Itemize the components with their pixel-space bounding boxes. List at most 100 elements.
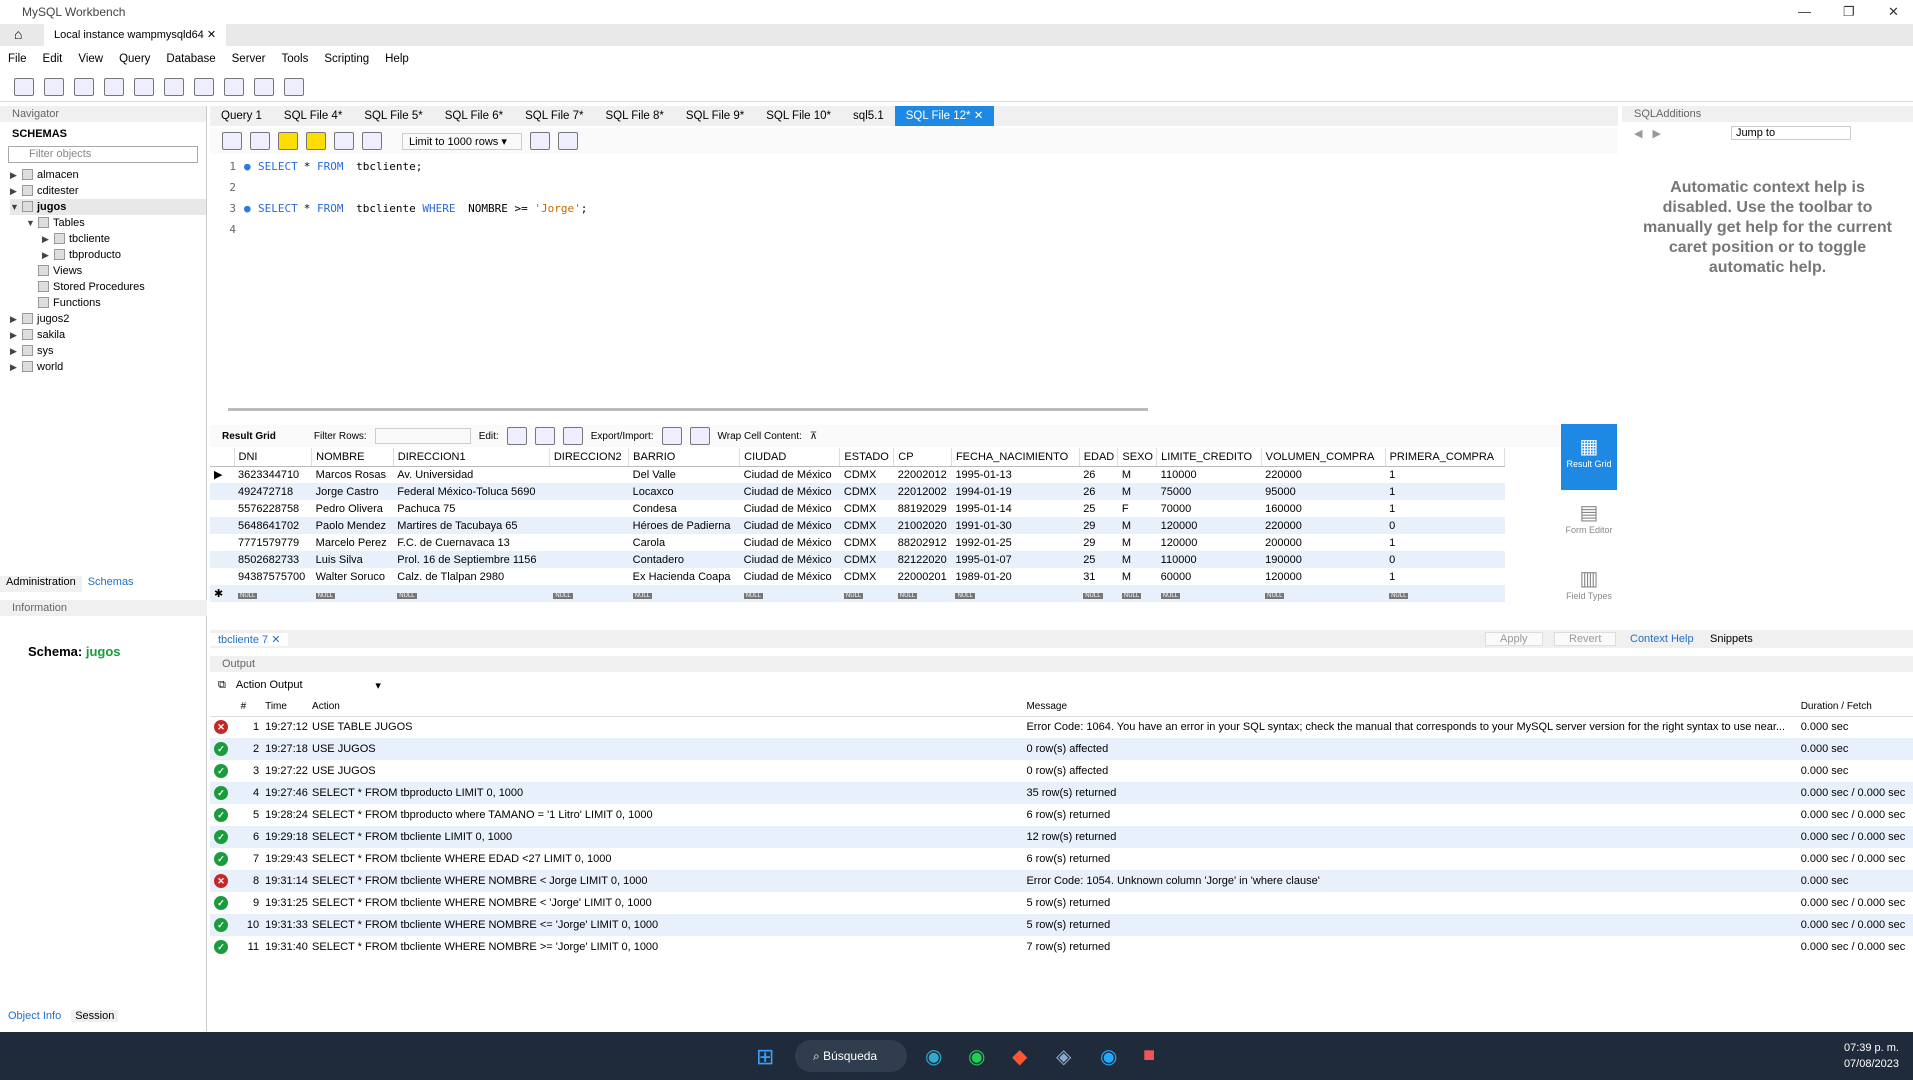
toolbar-button-icon[interactable] bbox=[44, 77, 64, 96]
cell-direccion2[interactable] bbox=[549, 534, 628, 551]
menu-tools[interactable]: Tools bbox=[274, 53, 317, 65]
tab-sql-file-12-[interactable]: SQL File 12* ✕ bbox=[894, 106, 995, 126]
cell-nombre[interactable]: Marcelo Perez bbox=[312, 534, 394, 551]
cell-direccion1[interactable]: Av. Universidad bbox=[393, 466, 549, 483]
toolbar-button-icon[interactable] bbox=[14, 77, 34, 96]
cell-barrio[interactable]: Condesa bbox=[629, 500, 740, 517]
tab-object-info[interactable]: Object Info bbox=[8, 1010, 61, 1022]
cell-ciudad[interactable]: Ciudad de México bbox=[739, 483, 840, 500]
output-row[interactable]: ✕ 1 19:27:12 USE TABLE JUGOS Error Code: 106… bbox=[210, 716, 1913, 738]
cell-limite_credito[interactable]: 120000 bbox=[1156, 517, 1262, 534]
cell-sexo[interactable]: M bbox=[1117, 551, 1157, 568]
cell-edad[interactable]: 25 bbox=[1079, 500, 1118, 517]
output-row[interactable]: ✓ 6 19:29:18 SELECT * FROM tbcliente LIMIT … bbox=[210, 826, 1913, 848]
cell-primera_compra[interactable]: 1 bbox=[1385, 568, 1504, 585]
revert-button[interactable]: Revert bbox=[1554, 632, 1617, 646]
null-cell[interactable]: NULL bbox=[628, 585, 740, 602]
column-header-duration-fetch[interactable]: Duration / Fetch bbox=[1800, 698, 1913, 717]
row-marker[interactable]: ▶ bbox=[210, 466, 234, 483]
connection-tab[interactable]: Local instance wampmysqld64 ✕ bbox=[44, 24, 227, 46]
cell-volumen_compra[interactable]: 120000 bbox=[1261, 568, 1385, 585]
table-row[interactable]: ▶ 3623344710 Marcos Rosas Av. Universidad De… bbox=[210, 466, 1505, 483]
cell-fecha_nacimiento[interactable]: 1995-01-14 bbox=[951, 500, 1079, 517]
null-cell[interactable]: NULL bbox=[951, 585, 1080, 602]
cell-dni[interactable]: 94387575700 bbox=[234, 568, 312, 585]
cell-primera_compra[interactable]: 1 bbox=[1385, 483, 1505, 500]
menu-scripting[interactable]: Scripting bbox=[316, 53, 377, 65]
row-marker[interactable] bbox=[210, 500, 234, 517]
cell-sexo[interactable]: M bbox=[1118, 466, 1157, 483]
expand-icon[interactable]: ▶ bbox=[10, 359, 22, 375]
column-header-direccion2[interactable]: DIRECCION2 bbox=[549, 448, 630, 467]
column-header-sexo[interactable]: SEXO bbox=[1117, 448, 1158, 467]
cell-volumen_compra[interactable]: 190000 bbox=[1261, 551, 1386, 568]
cell-direccion1[interactable]: Calz. de Tlalpan 2980 bbox=[393, 568, 549, 585]
schema-sakila[interactable]: ▶ sakila bbox=[10, 327, 206, 343]
cell-volumen_compra[interactable]: 220000 bbox=[1261, 517, 1386, 534]
tab-session[interactable]: Session bbox=[71, 1010, 119, 1022]
menu-view[interactable]: View bbox=[70, 53, 111, 65]
close-window-button[interactable]: ✕ bbox=[1888, 4, 1899, 20]
cell-cp[interactable]: 22012002 bbox=[893, 483, 952, 500]
cell-ciudad[interactable]: Ciudad de México bbox=[739, 551, 840, 568]
null-cell[interactable]: NULL bbox=[549, 585, 629, 602]
cell-direccion1[interactable]: F.C. de Cuernavaca 13 bbox=[393, 534, 549, 551]
column-header-#[interactable]: # bbox=[240, 698, 266, 717]
toolbar-button-icon[interactable] bbox=[254, 77, 274, 96]
cell-cp[interactable]: 21002020 bbox=[893, 517, 952, 534]
cell-limite_credito[interactable]: 110000 bbox=[1157, 466, 1261, 483]
tree-item-tbproducto[interactable]: ▶ tbproducto bbox=[10, 247, 206, 263]
menu-help[interactable]: Help bbox=[377, 53, 417, 65]
collapse-icon[interactable]: ▼ bbox=[10, 199, 22, 215]
cell-sexo[interactable]: M bbox=[1117, 483, 1157, 500]
cell-dni[interactable]: 3623344710 bbox=[234, 466, 312, 483]
column-header-edad[interactable]: EDAD bbox=[1079, 448, 1119, 467]
cell-sexo[interactable]: M bbox=[1117, 517, 1157, 534]
cell-limite_credito[interactable]: 110000 bbox=[1156, 551, 1262, 568]
collapse-icon[interactable]: ▼ bbox=[26, 215, 38, 231]
cell-estado[interactable]: CDMX bbox=[840, 568, 894, 585]
cell-sexo[interactable]: F bbox=[1118, 500, 1157, 517]
menu-server[interactable]: Server bbox=[224, 53, 274, 65]
cell-nombre[interactable]: Pedro Olivera bbox=[312, 500, 394, 517]
cell-primera_compra[interactable]: 1 bbox=[1385, 466, 1504, 483]
output-row[interactable]: ✓ 9 19:31:25 SELECT * FROM tbcliente WHERE … bbox=[210, 892, 1913, 914]
horizontal-scrollbar[interactable] bbox=[228, 408, 1148, 411]
cell-nombre[interactable]: Marcos Rosas bbox=[312, 466, 394, 483]
cell-dni[interactable]: 8502682733 bbox=[234, 551, 312, 568]
cell-fecha_nacimiento[interactable]: 1995-01-13 bbox=[951, 466, 1079, 483]
beautify-icon[interactable] bbox=[530, 132, 550, 150]
tree-item-views[interactable]: Views bbox=[10, 263, 206, 279]
cell-barrio[interactable]: Del Valle bbox=[629, 466, 740, 483]
jump-to-select[interactable]: Jump to bbox=[1730, 126, 1851, 140]
column-header-fecha_nacimiento[interactable]: FECHA_NACIMIENTO bbox=[951, 448, 1080, 467]
cell-direccion1[interactable]: Pachuca 75 bbox=[393, 500, 549, 517]
column-header-ciudad[interactable]: CIUDAD bbox=[739, 448, 841, 467]
cell-volumen_compra[interactable]: 220000 bbox=[1261, 466, 1385, 483]
cell-volumen_compra[interactable]: 200000 bbox=[1261, 534, 1385, 551]
execute-current-icon[interactable] bbox=[306, 132, 326, 150]
cell-limite_credito[interactable]: 70000 bbox=[1157, 500, 1261, 517]
cell-primera_compra[interactable]: 1 bbox=[1385, 534, 1504, 551]
cell-direccion1[interactable]: Martires de Tacubaya 65 bbox=[393, 517, 550, 534]
cell-barrio[interactable]: Héroes de Padierna bbox=[628, 517, 740, 534]
toolbar-button-icon[interactable] bbox=[74, 77, 94, 96]
tree-item-functions[interactable]: Functions bbox=[10, 295, 206, 311]
cell-limite_credito[interactable]: 120000 bbox=[1157, 534, 1261, 551]
cell-direccion2[interactable] bbox=[549, 500, 628, 517]
cell-nombre[interactable]: Luis Silva bbox=[311, 551, 394, 568]
execute-icon[interactable] bbox=[278, 132, 298, 150]
cell-fecha_nacimiento[interactable]: 1995-01-07 bbox=[951, 551, 1080, 568]
schema-jugos2[interactable]: ▶ jugos2 bbox=[10, 311, 206, 327]
tree-item-stored-procedures[interactable]: Stored Procedures bbox=[10, 279, 206, 295]
cell-fecha_nacimiento[interactable]: 1989-01-20 bbox=[951, 568, 1079, 585]
app-icon[interactable]: ■ bbox=[1143, 1044, 1155, 1067]
row-marker[interactable] bbox=[210, 551, 234, 568]
tab-sql-file-8-[interactable]: SQL File 8* bbox=[594, 106, 674, 126]
output-row[interactable]: ✓ 2 19:27:18 USE JUGOS 0 row(s) affected 0.00… bbox=[210, 738, 1913, 760]
null-cell[interactable]: NULL bbox=[1156, 585, 1262, 602]
cell-primera_compra[interactable]: 1 bbox=[1385, 500, 1504, 517]
cell-limite_credito[interactable]: 75000 bbox=[1156, 483, 1262, 500]
cell-estado[interactable]: CDMX bbox=[840, 534, 894, 551]
row-marker[interactable] bbox=[210, 483, 234, 500]
